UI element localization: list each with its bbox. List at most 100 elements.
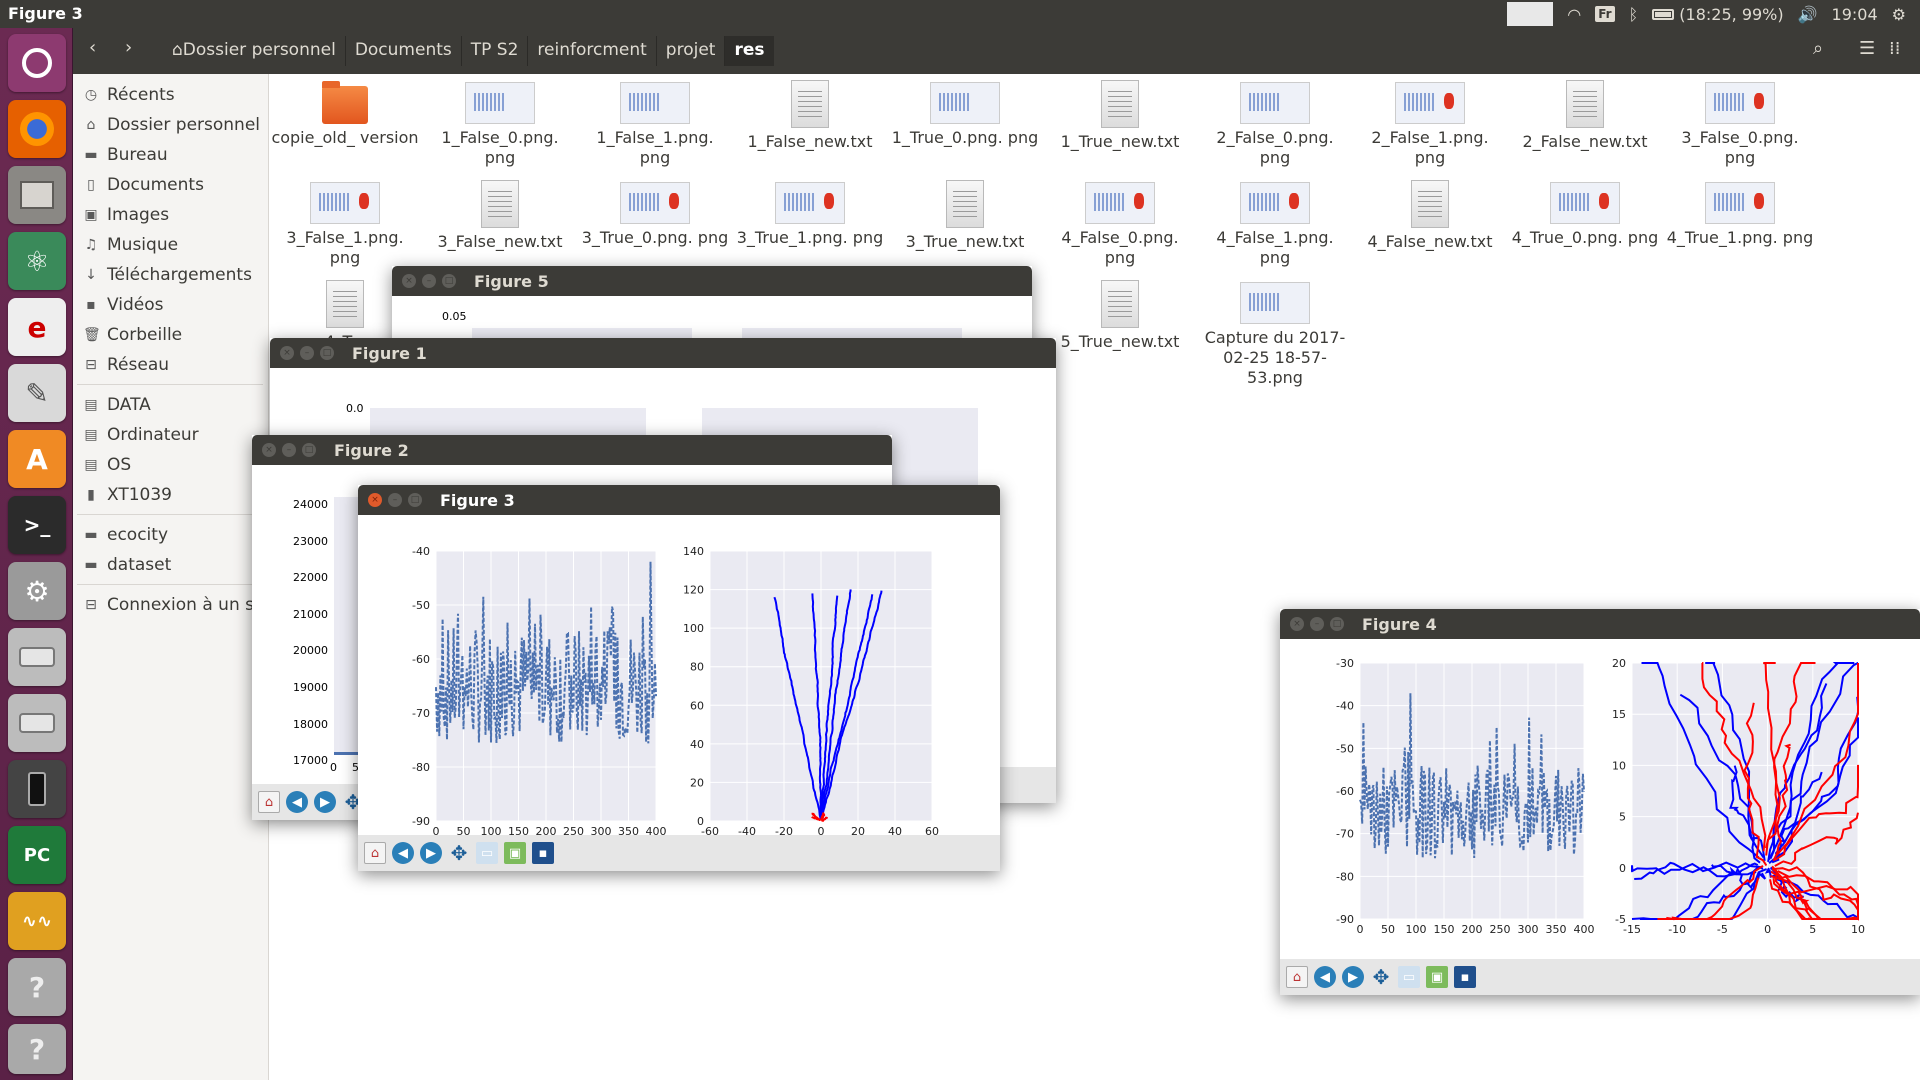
firefox-launcher[interactable] — [8, 100, 66, 158]
close-icon[interactable]: × — [368, 493, 382, 507]
minimize-icon[interactable]: – — [388, 493, 402, 507]
file-item[interactable]: 2_False_1.png. png — [1355, 74, 1505, 168]
file-item[interactable]: 4_False_1.png. png — [1200, 174, 1350, 268]
drive-launcher-2[interactable] — [8, 694, 66, 752]
maximize-icon[interactable]: □ — [302, 443, 316, 457]
sidebar-item-data[interactable]: ▤ DATA — [83, 392, 150, 418]
home-icon[interactable]: ⌂ — [364, 842, 386, 864]
file-item[interactable]: 4_False_new.txt — [1355, 174, 1505, 252]
pycharm-launcher[interactable]: PC — [8, 826, 66, 884]
file-item[interactable]: copie_old_ version — [270, 74, 420, 148]
search-icon[interactable]: ⌕ — [1813, 38, 1823, 59]
close-icon[interactable]: × — [280, 346, 294, 360]
volume-icon[interactable]: 🔊 — [1798, 5, 1818, 24]
file-item[interactable]: 3_False_1.png. png — [270, 174, 420, 268]
maximize-icon[interactable]: □ — [320, 346, 334, 360]
sidebar-item-documents[interactable]: ▯ Documents — [83, 172, 204, 198]
configure-subplots-icon[interactable]: ▣ — [504, 842, 526, 864]
window-titlebar[interactable]: × – □ Figure 4 — [1280, 609, 1920, 639]
close-icon[interactable]: × — [402, 274, 416, 288]
file-item[interactable]: 3_True_new.txt — [890, 174, 1040, 252]
crumb-tp-s2[interactable]: TP S2 — [460, 36, 528, 66]
file-item[interactable]: 3_False_new.txt — [425, 174, 575, 252]
editor-launcher[interactable]: e — [8, 298, 66, 356]
sidebar-item-musique[interactable]: ♫ Musique — [83, 232, 178, 258]
sidebar-item-ordinateur[interactable]: ▤ Ordinateur — [83, 422, 198, 448]
file-item[interactable]: 3_True_0.png. png — [580, 174, 730, 248]
sidebar-item-videos[interactable]: ▪ Vidéos — [83, 292, 163, 318]
window-titlebar[interactable]: × – □ Figure 2 — [252, 435, 892, 465]
sidebar-item-reseau[interactable]: ⊟ Réseau — [83, 352, 169, 378]
crumb-documents[interactable]: Documents — [344, 36, 461, 66]
file-item[interactable]: 2_False_new.txt — [1510, 74, 1660, 152]
maximize-icon[interactable]: □ — [408, 493, 422, 507]
forward-icon[interactable]: ▶ — [420, 842, 442, 864]
crumb-home[interactable]: ⌂Dossier personnel — [163, 36, 345, 66]
file-item[interactable]: 1_False_0.png. png — [425, 74, 575, 168]
files-launcher[interactable] — [8, 166, 66, 224]
phone-launcher[interactable] — [8, 760, 66, 818]
close-icon[interactable]: × — [1290, 617, 1304, 631]
file-item[interactable]: 3_False_0.png. png — [1665, 74, 1815, 168]
file-item[interactable]: 4_True_0.png. png — [1510, 174, 1660, 248]
drive-launcher-1[interactable] — [8, 628, 66, 686]
forward-arrow-icon[interactable]: › — [125, 37, 132, 58]
sidebar-item-home[interactable]: ⌂ Dossier personnel — [83, 112, 260, 138]
wifi-icon[interactable]: ◠ — [1567, 5, 1581, 24]
window-titlebar[interactable]: × – □ Figure 1 — [270, 338, 1056, 368]
maximize-icon[interactable]: □ — [442, 274, 456, 288]
window-titlebar[interactable]: × – □ Figure 3 — [358, 485, 1000, 515]
forward-icon[interactable]: ▶ — [1342, 966, 1364, 988]
back-icon[interactable]: ◀ — [286, 791, 308, 813]
sidebar-item-dataset[interactable]: ▬ dataset — [83, 552, 171, 578]
help-launcher-2[interactable]: ? — [8, 1024, 66, 1074]
sidebar-item-telechargements[interactable]: ↓ Téléchargements — [83, 262, 252, 288]
file-item[interactable]: 5_True_new.txt — [1045, 274, 1195, 352]
ubuntu-dash-button[interactable] — [8, 34, 66, 92]
minimize-icon[interactable]: – — [300, 346, 314, 360]
zoom-icon[interactable]: ▭ — [476, 842, 498, 864]
figure-3-window[interactable]: × – □ Figure 3 0 50 100 150 200 250 300 350 400 -40… — [358, 485, 1000, 871]
save-icon[interactable]: ▪ — [532, 842, 554, 864]
file-item[interactable]: 1_False_new.txt — [735, 74, 885, 152]
sidebar-item-os[interactable]: ▤ OS — [83, 452, 131, 478]
file-item[interactable]: 1_True_new.txt — [1045, 74, 1195, 152]
close-icon[interactable]: × — [262, 443, 276, 457]
battery-indicator[interactable]: (18:25, 99%) — [1652, 5, 1784, 24]
clock[interactable]: 19:04 — [1832, 5, 1878, 24]
window-titlebar[interactable]: × – □ Figure 5 — [392, 266, 1032, 296]
minimize-icon[interactable]: – — [422, 274, 436, 288]
indicator-box[interactable] — [1507, 2, 1554, 26]
file-item[interactable]: 3_True_1.png. png — [735, 174, 885, 248]
sidebar-item-images[interactable]: ▣ Images — [83, 202, 169, 228]
sidebar-item-recents[interactable]: ◷ Récents — [83, 82, 175, 108]
crumb-projet[interactable]: projet — [655, 36, 725, 66]
help-launcher-1[interactable]: ? — [8, 958, 66, 1016]
octave-launcher[interactable]: ∿∿ — [8, 892, 66, 950]
grid-view-icon[interactable]: ⁞⁞ — [1889, 38, 1900, 59]
pan-icon[interactable]: ✥ — [448, 841, 470, 865]
sidebar-item-ecocity[interactable]: ▬ ecocity — [83, 522, 168, 548]
terminal-launcher[interactable]: >_ — [8, 496, 66, 554]
session-gear-icon[interactable]: ⚙ — [1892, 5, 1906, 24]
back-icon[interactable]: ◀ — [392, 842, 414, 864]
bluetooth-icon[interactable]: ᛒ — [1629, 5, 1639, 24]
sidebar-item-connect-server[interactable]: ⊟ Connexion à un s... — [83, 592, 270, 618]
maximize-icon[interactable]: □ — [1330, 617, 1344, 631]
minimize-icon[interactable]: – — [1310, 617, 1324, 631]
file-item[interactable]: 4_False_0.png. png — [1045, 174, 1195, 268]
back-arrow-icon[interactable]: ‹ — [89, 37, 96, 58]
save-icon[interactable]: ▪ — [1454, 966, 1476, 988]
sidebar-item-corbeille[interactable]: 🗑 Corbeille — [83, 322, 182, 348]
crumb-reinforcment[interactable]: reinforcment — [527, 36, 655, 66]
configure-subplots-icon[interactable]: ▣ — [1426, 966, 1448, 988]
file-item[interactable]: 4_True_1.png. png — [1665, 174, 1815, 248]
software-center-launcher[interactable]: A — [8, 430, 66, 488]
list-view-icon[interactable]: ☰ — [1859, 38, 1875, 59]
settings-launcher[interactable]: ⚙ — [8, 562, 66, 620]
back-icon[interactable]: ◀ — [1314, 966, 1336, 988]
forward-icon[interactable]: ▶ — [314, 791, 336, 813]
home-icon[interactable]: ⌂ — [1286, 966, 1308, 988]
file-item[interactable]: Capture du 2017-02-25 18-57-53.png — [1200, 274, 1350, 388]
sidebar-item-bureau[interactable]: ▬ Bureau — [83, 142, 167, 168]
